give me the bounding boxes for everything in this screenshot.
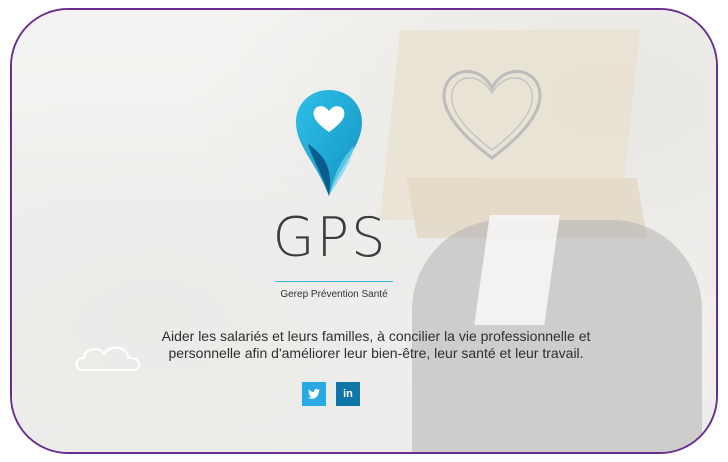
twitter-button[interactable] bbox=[302, 382, 326, 406]
tagline-line-2: personnelle afin d'améliorer leur bien-ê… bbox=[168, 345, 584, 361]
linkedin-button[interactable]: in bbox=[336, 382, 360, 406]
tagline: Aider les salariés et leurs familles, à … bbox=[72, 328, 680, 362]
social-links: in bbox=[302, 382, 360, 406]
logo-subtitle: Gerep Prévention Santé bbox=[280, 289, 388, 300]
logo-divider bbox=[275, 281, 393, 282]
content-frame: GPS Gerep Prévention Santé Aider les sal… bbox=[10, 8, 718, 454]
heart-pin-logo-icon bbox=[296, 90, 362, 196]
logo-wordmark: GPS bbox=[272, 206, 388, 269]
twitter-icon bbox=[308, 389, 320, 399]
linkedin-icon: in bbox=[343, 388, 353, 400]
tagline-line-1: Aider les salariés et leurs familles, à … bbox=[161, 328, 591, 344]
